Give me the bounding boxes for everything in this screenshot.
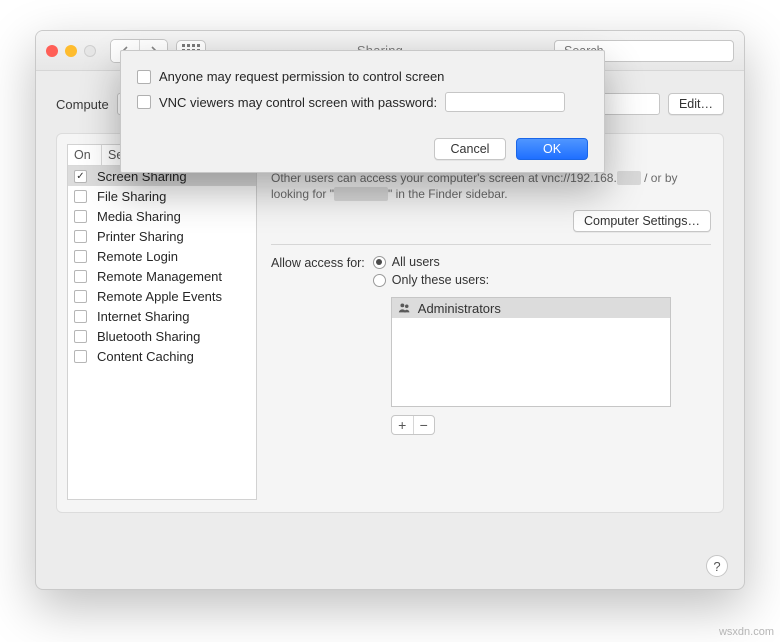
service-row[interactable]: Bluetooth Sharing [68, 326, 256, 346]
help-icon: ? [713, 559, 720, 574]
services-body: ✓Screen SharingFile SharingMedia Sharing… [68, 166, 256, 499]
users-list[interactable]: Administrators [391, 297, 671, 407]
service-checkbox[interactable]: ✓ [74, 170, 87, 183]
services-list: On Service ✓Screen SharingFile SharingMe… [67, 144, 257, 500]
service-row[interactable]: Remote Login [68, 246, 256, 266]
label-anyone-request: Anyone may request permission to control… [159, 69, 444, 84]
help-button[interactable]: ? [706, 555, 728, 577]
redacted-ip: xxxx [617, 171, 641, 185]
group-icon [398, 301, 412, 315]
service-row[interactable]: Media Sharing [68, 206, 256, 226]
service-row[interactable]: Printer Sharing [68, 226, 256, 246]
radio-only-label: Only these users: [392, 273, 489, 287]
service-label: Printer Sharing [97, 229, 184, 244]
radio-all-label: All users [392, 255, 440, 269]
user-row[interactable]: Administrators [392, 298, 670, 318]
vnc-password-field[interactable] [445, 92, 565, 112]
radio-only-users[interactable] [373, 274, 386, 287]
service-label: Media Sharing [97, 209, 181, 224]
status-description: Other users can access your computer's s… [271, 170, 711, 202]
label-vnc-password: VNC viewers may control screen with pass… [159, 95, 437, 110]
split-panel: On Service ✓Screen SharingFile SharingMe… [56, 133, 724, 513]
service-label: Remote Management [97, 269, 222, 284]
service-row[interactable]: Remote Management [68, 266, 256, 286]
redacted-name: xxxxxxxxx [334, 187, 388, 201]
computer-settings-button[interactable]: Computer Settings… [573, 210, 711, 232]
minimize-window-button[interactable] [65, 45, 77, 57]
service-checkbox[interactable] [74, 230, 87, 243]
service-row[interactable]: Content Caching [68, 346, 256, 366]
edit-button[interactable]: Edit… [668, 93, 724, 115]
computer-name-label: Compute [56, 97, 109, 112]
add-remove-user: + − [391, 415, 435, 435]
access-label: Allow access for: [271, 255, 365, 270]
service-checkbox[interactable] [74, 310, 87, 323]
service-label: Internet Sharing [97, 309, 190, 324]
service-checkbox[interactable] [74, 210, 87, 223]
service-row[interactable]: Remote Apple Events [68, 286, 256, 306]
checkbox-anyone-request[interactable] [137, 70, 151, 84]
traffic-lights [46, 45, 96, 57]
service-checkbox[interactable] [74, 250, 87, 263]
service-label: File Sharing [97, 189, 166, 204]
service-detail: Screen Sharing: On Other users can acces… [271, 144, 711, 500]
divider [271, 244, 711, 245]
service-checkbox[interactable] [74, 350, 87, 363]
service-checkbox[interactable] [74, 190, 87, 203]
service-checkbox[interactable] [74, 270, 87, 283]
column-on: On [68, 145, 102, 165]
watermark: wsxdn.com [719, 626, 774, 638]
desc-text-1: Other users can access your computer's s… [271, 171, 617, 185]
radio-all-users[interactable] [373, 256, 386, 269]
add-user-button[interactable]: + [392, 416, 413, 434]
access-row: Allow access for: All users Only these u… [271, 255, 711, 435]
service-checkbox[interactable] [74, 290, 87, 303]
service-row[interactable]: Internet Sharing [68, 306, 256, 326]
service-row[interactable]: File Sharing [68, 186, 256, 206]
service-label: Bluetooth Sharing [97, 329, 200, 344]
zoom-window-button[interactable] [84, 45, 96, 57]
remove-user-button[interactable]: − [413, 416, 434, 434]
close-window-button[interactable] [46, 45, 58, 57]
service-label: Content Caching [97, 349, 194, 364]
ok-button[interactable]: OK [516, 138, 588, 160]
checkbox-vnc-password[interactable] [137, 95, 151, 109]
service-label: Remote Apple Events [97, 289, 222, 304]
cancel-button[interactable]: Cancel [434, 138, 506, 160]
service-label: Remote Login [97, 249, 178, 264]
desc-text-3: " in the Finder sidebar. [388, 187, 508, 201]
service-checkbox[interactable] [74, 330, 87, 343]
computer-settings-sheet: Anyone may request permission to control… [120, 50, 605, 173]
user-row-label: Administrators [418, 301, 501, 316]
